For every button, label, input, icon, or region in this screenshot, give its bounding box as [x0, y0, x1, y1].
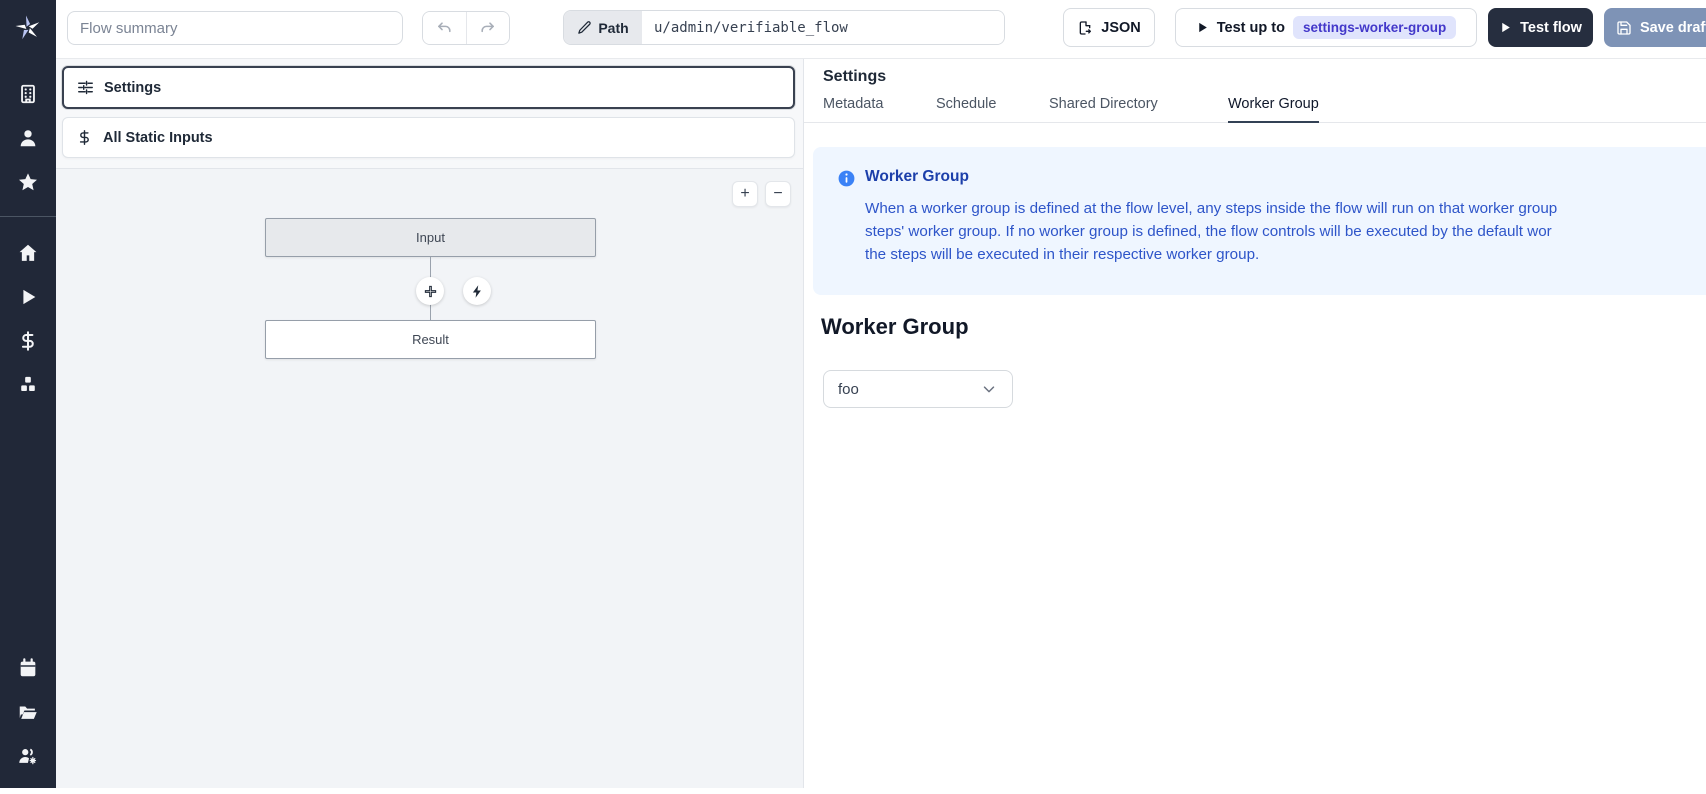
save-draft-label: Save draft	[1640, 20, 1706, 36]
settings-tabs: Metadata Schedule Shared Directory Worke…	[804, 92, 1706, 123]
sidebar-item-favorites[interactable]	[0, 160, 56, 204]
play-icon	[1196, 21, 1209, 34]
info-line: the steps will be executed in their resp…	[865, 243, 1706, 266]
save-icon	[1616, 20, 1632, 36]
tab-shared-directory[interactable]: Shared Directory	[1049, 92, 1158, 123]
windmill-logo[interactable]	[0, 0, 56, 56]
undo-redo-group	[422, 11, 510, 45]
input-node[interactable]: Input	[265, 218, 596, 257]
settings-panel: Settings Metadata Schedule Shared Direct…	[803, 59, 1706, 788]
flow-static-inputs-label: All Static Inputs	[103, 130, 213, 146]
add-step-button[interactable]	[416, 277, 444, 305]
flow-graph-canvas: + − Input Result	[56, 169, 803, 788]
bottom-strip	[0, 788, 1706, 794]
play-icon	[1499, 21, 1512, 34]
sidebar-item-folders[interactable]	[0, 690, 56, 734]
worker-group-section-title: Worker Group	[821, 314, 969, 340]
info-box-body: When a worker group is defined at the fl…	[865, 197, 1706, 266]
test-up-to-button[interactable]: Test up to settings-worker-group	[1175, 8, 1477, 47]
undo-icon	[436, 20, 453, 37]
flow-settings-item[interactable]: Settings	[62, 66, 795, 109]
info-icon	[837, 169, 856, 188]
sidebar-item-schedules[interactable]	[0, 646, 56, 690]
dollar-icon	[76, 129, 93, 146]
result-node[interactable]: Result	[265, 320, 596, 359]
windmill-logo-icon	[13, 13, 43, 43]
sidebar-item-runs[interactable]	[0, 275, 56, 319]
lightning-bolt-icon	[470, 284, 485, 299]
trigger-button[interactable]	[463, 277, 491, 305]
edit-path-button[interactable]: Path	[564, 11, 642, 44]
users-gear-icon	[17, 745, 39, 767]
test-flow-button[interactable]: Test flow	[1488, 8, 1593, 47]
redo-icon	[479, 20, 496, 37]
user-icon	[17, 127, 39, 149]
info-line: When a worker group is defined at the fl…	[865, 197, 1706, 220]
json-button[interactable]: JSON	[1063, 8, 1155, 47]
building-icon	[17, 83, 39, 105]
home-icon	[17, 242, 39, 264]
sidebar-item-groups[interactable]	[0, 734, 56, 778]
sidebar-item-workspace[interactable]	[0, 72, 56, 116]
path-label: Path	[598, 20, 628, 36]
settings-panel-title: Settings	[823, 59, 886, 88]
path-group: Path	[563, 10, 1005, 45]
tab-worker-group[interactable]: Worker Group	[1228, 92, 1319, 123]
dollar-icon	[17, 330, 39, 352]
tab-metadata[interactable]: Metadata	[823, 92, 883, 123]
plus-icon	[423, 284, 438, 299]
json-button-label: JSON	[1101, 20, 1141, 36]
info-box-title: Worker Group	[865, 168, 969, 186]
sidebar-item-user[interactable]	[0, 116, 56, 160]
flow-settings-label: Settings	[104, 80, 161, 96]
sidebar-item-resources[interactable]	[0, 363, 56, 407]
test-flow-label: Test flow	[1520, 20, 1582, 36]
path-input[interactable]	[642, 11, 1004, 44]
save-draft-button[interactable]: Save draft	[1604, 8, 1706, 47]
calendar-icon	[17, 657, 39, 679]
worker-group-selected-value: foo	[838, 381, 859, 398]
test-up-to-label: Test up to	[1217, 20, 1285, 36]
zoom-out-button[interactable]: −	[765, 181, 791, 207]
pencil-icon	[577, 20, 592, 35]
flow-editor-panel: Settings All Static Inputs + − Input	[56, 59, 803, 788]
file-export-icon	[1077, 20, 1093, 36]
tab-schedule[interactable]: Schedule	[936, 92, 996, 123]
sidebar-item-variables[interactable]	[0, 319, 56, 363]
worker-group-info-box: Worker Group When a worker group is defi…	[813, 147, 1706, 295]
star-icon	[17, 171, 39, 193]
redo-button[interactable]	[466, 12, 509, 44]
zoom-in-button[interactable]: +	[732, 181, 758, 207]
sidebar-divider	[0, 216, 56, 217]
folder-open-icon	[17, 701, 39, 723]
sidebar-item-home[interactable]	[0, 231, 56, 275]
topbar: Path JSON Test up to settings-worker-gro…	[56, 0, 1706, 59]
undo-button[interactable]	[423, 12, 466, 44]
play-icon	[17, 286, 39, 308]
chevron-down-icon	[980, 380, 998, 398]
flow-static-inputs-item[interactable]: All Static Inputs	[62, 117, 795, 158]
windmill-flow-editor: Path JSON Test up to settings-worker-gro…	[0, 0, 1706, 794]
boxes-icon	[17, 374, 39, 396]
flow-summary-input[interactable]	[67, 11, 403, 45]
worker-group-select[interactable]: foo	[823, 370, 1013, 408]
sliders-icon	[77, 79, 94, 96]
worker-group-badge: settings-worker-group	[1293, 16, 1456, 39]
sidebar	[0, 0, 56, 788]
info-line: steps' worker group. If no worker group …	[865, 220, 1706, 243]
